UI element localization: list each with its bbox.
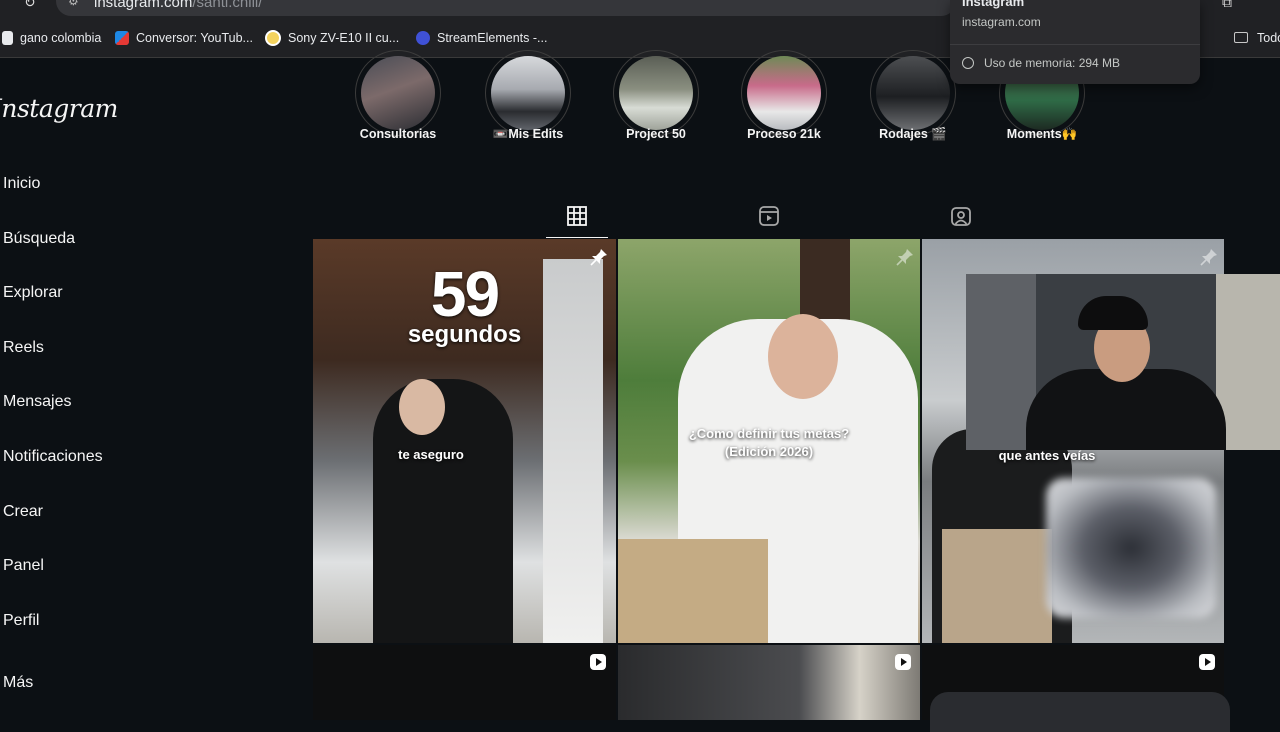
post-legs <box>942 529 1052 643</box>
post-basket <box>618 539 768 643</box>
highlight-ring <box>355 50 441 136</box>
hover-card-divider <box>950 44 1200 45</box>
active-tab-indicator <box>546 237 608 238</box>
grid-icon[interactable] <box>566 205 588 227</box>
nav-label: Más <box>3 674 34 691</box>
highlight-label: Moments🙌 <box>1006 127 1078 141</box>
post-caption: te aseguro <box>398 447 464 462</box>
post-caption-sub: segundos <box>407 321 522 348</box>
nav-item-inicio[interactable]: Inicio <box>3 175 40 193</box>
highlight-thumbnail <box>747 56 821 130</box>
hover-card-domain: instagram.com <box>962 15 1041 29</box>
memory-label: Uso de memoria: 294 MB <box>984 56 1121 70</box>
highlight-thumbnail <box>491 56 565 130</box>
nav-item-panel[interactable]: Panel <box>3 557 44 575</box>
highlight-label: 📼Mis Edits <box>492 127 564 141</box>
bottom-dock <box>930 692 1230 732</box>
highlight-label: Consultorias <box>359 127 437 141</box>
nav-item-crear[interactable]: Crear <box>3 503 43 521</box>
extension-icon[interactable]: ⧉ <box>1222 0 1232 11</box>
post-caption-big: 59 <box>430 258 500 330</box>
page-icon <box>2 30 13 45</box>
webcam-overlay <box>966 274 1280 450</box>
folder-icon <box>1234 32 1248 43</box>
pin-icon <box>1200 249 1217 266</box>
bookmark-conversor-youtube[interactable]: Conversor: YouTub... <box>115 18 253 57</box>
reel-icon <box>590 654 606 670</box>
highlight-ring <box>485 50 571 136</box>
hover-card-title: Instagram <box>962 0 1025 9</box>
bookmarks-folder-todo[interactable]: Todo <box>1234 18 1280 57</box>
streamelements-icon <box>416 30 430 45</box>
nav-label: Búsqueda <box>3 230 76 247</box>
post-face <box>768 314 838 399</box>
post-tile[interactable] <box>313 645 616 720</box>
bookmark-gano-colombia[interactable]: gano colombia <box>2 18 101 57</box>
nav-label: Perfil <box>3 612 40 629</box>
bookmark-sony-zv-e10[interactable]: Sony ZV-E10 II cu... <box>265 18 399 57</box>
hover-card-memory: Uso de memoria: 294 MB <box>962 56 1120 70</box>
nav-label: Mensajes <box>3 393 72 410</box>
bookmark-label: gano colombia <box>20 30 102 45</box>
highlight-ring <box>870 50 956 136</box>
post-tile[interactable]: 59 segundos te aseguro <box>313 239 616 643</box>
highlight-ring <box>741 50 827 136</box>
nav-item-busqueda[interactable]: Búsqueda <box>3 230 75 248</box>
nav-item-mas[interactable]: Más <box>3 674 33 692</box>
url-host: instagram.com <box>94 0 193 11</box>
memory-gauge-icon <box>962 57 974 69</box>
nav-item-explorar[interactable]: Explorar <box>3 284 63 302</box>
highlight-label: Rodajes 🎬 <box>879 127 947 141</box>
highlight-label: Proceso 21k <box>747 127 821 141</box>
post-face <box>399 379 445 435</box>
pin-icon <box>590 249 607 266</box>
highlight-thumbnail <box>619 56 693 130</box>
reel-icon <box>895 654 911 670</box>
pin-icon <box>896 249 913 266</box>
post-tile[interactable] <box>618 645 920 720</box>
tagged-icon[interactable] <box>950 205 972 227</box>
highlight-thumbnail <box>361 56 435 130</box>
url-text[interactable]: instagram.com/santi.chili/ <box>94 0 262 12</box>
instagram-logo[interactable]: Instagram <box>0 94 118 123</box>
blurred-region <box>1046 478 1216 618</box>
reel-icon <box>1199 654 1215 670</box>
nav-item-notificaciones[interactable]: Notificaciones <box>3 448 103 466</box>
nav-label: Explorar <box>3 284 63 301</box>
tab-hover-card: Instagram instagram.com Uso de memoria: … <box>950 0 1200 84</box>
site-info-icon[interactable]: ⚙ <box>68 0 79 8</box>
bookmark-label: Conversor: YouTub... <box>136 30 253 45</box>
nav-label: Panel <box>3 557 44 574</box>
highlight-ring <box>613 50 699 136</box>
post-caption: ¿Como definir tus metas? (Edición 2026) <box>688 426 850 459</box>
bookmark-label: Sony ZV-E10 II cu... <box>288 30 400 45</box>
sony-icon <box>265 29 281 46</box>
post-tile[interactable]: ¿Como definir tus metas? (Edición 2026) <box>618 239 920 643</box>
nav-item-reels[interactable]: Reels <box>3 339 44 357</box>
folder-label: Todo <box>1257 30 1280 45</box>
nav-item-mensajes[interactable]: Mensajes <box>3 393 71 411</box>
bookmark-label: StreamElements -... <box>437 30 548 45</box>
reload-icon[interactable]: ↻ <box>24 0 36 11</box>
url-path: /santi.chili/ <box>192 0 263 11</box>
nav-label: Reels <box>3 339 44 356</box>
nav-label: Notificaciones <box>3 448 103 465</box>
nav-label: Crear <box>3 503 44 520</box>
post-person <box>373 379 513 643</box>
nav-label: Inicio <box>3 175 41 192</box>
webcam-cap <box>1078 296 1148 330</box>
reels-icon[interactable] <box>758 205 780 227</box>
post-caption: que antes veías <box>998 448 1096 463</box>
highlight-thumbnail <box>876 56 950 130</box>
nav-item-perfil[interactable]: Perfil <box>3 612 39 630</box>
youtube-converter-icon <box>115 30 129 45</box>
highlight-label: Project 50 <box>626 127 686 141</box>
